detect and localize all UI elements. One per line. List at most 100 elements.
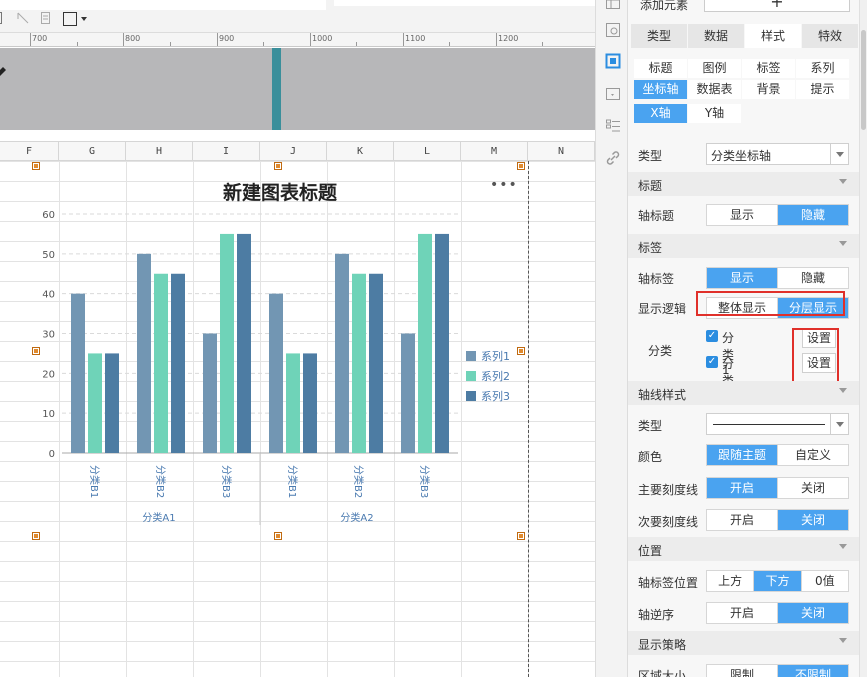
y-tick-label: 20 [42,369,55,380]
list-properties-icon[interactable] [604,118,622,136]
collapse-arrow-icon [839,638,847,643]
highlight-box [696,291,845,316]
resize-handle[interactable] [517,162,525,170]
section-position[interactable]: 位置 [628,537,859,561]
line-type-select[interactable] [706,413,849,435]
axis-title-label: 轴标题 [638,209,675,223]
bar-2 [220,233,234,453]
label-position-zero[interactable]: 0值 [802,571,848,591]
tab-effects[interactable]: 特效 [802,24,858,48]
tab-data[interactable]: 数据 [688,24,744,48]
bar-3 [435,233,449,453]
column-header-f[interactable]: F [0,142,59,161]
bar-3 [237,233,251,453]
subtab-tooltip[interactable]: 提示 [796,80,849,99]
chart-title: 新建图表标题 [222,182,337,204]
column-header-g[interactable]: G [59,142,126,161]
label-position-top[interactable]: 上方 [707,571,755,591]
resize-handle[interactable] [517,347,525,355]
column-header-k[interactable]: K [327,142,394,161]
color-follow-theme[interactable]: 跟随主题 [707,445,778,465]
axis-title-show[interactable]: 显示 [707,205,778,225]
resize-handle[interactable] [517,532,525,540]
resize-handle[interactable] [274,532,282,540]
x-tick-label: 分类B2 [352,465,365,498]
axis-label-show[interactable]: 显示 [707,268,778,288]
widget-settings-icon[interactable] [604,22,622,40]
subtab-background[interactable]: 背景 [742,80,795,99]
label-position-toggle: 上方 下方 0值 [706,570,849,592]
resize-handle[interactable] [32,347,40,355]
component-data-icon[interactable] [604,86,622,104]
ruler-label: 700 [32,34,48,43]
subtab-title[interactable]: 标题 [634,59,687,78]
major-tick-on[interactable]: 开启 [707,478,778,498]
y-tick-label: 40 [42,290,55,301]
legend-item: 系列2 [466,368,510,384]
checkbox-checked-icon[interactable]: ✓ [706,330,718,342]
column-header-i[interactable]: I [193,142,260,161]
tab-style[interactable]: 样式 [745,24,801,48]
splitter-handle[interactable] [272,48,281,130]
area-size-limit[interactable]: 限制 [707,665,778,677]
bar-1 [269,293,283,453]
table-icon[interactable] [604,0,622,12]
resize-handle[interactable] [274,162,282,170]
frame-tool-icon[interactable] [0,11,6,27]
component-style-icon[interactable] [604,53,622,71]
column-header-n[interactable]: N [528,142,595,161]
axis-type-select[interactable]: 分类坐标轴 [706,143,849,165]
bar-2 [88,353,102,453]
border-tool-icon[interactable] [62,11,90,27]
collapse-arrow-icon [839,388,847,393]
add-element-button[interactable]: + [704,0,850,12]
column-header-l[interactable]: L [394,142,461,161]
tab-y-axis[interactable]: Y轴 [688,104,741,123]
major-tick-toggle: 开启 关闭 [706,477,849,499]
subtab-axis[interactable]: 坐标轴 [634,80,687,99]
axis-title-toggle: 显示 隐藏 [706,204,849,226]
y-tick-label: 0 [49,449,55,460]
column-header-m[interactable]: M [461,142,528,161]
column-header-j[interactable]: J [260,142,327,161]
more-icon[interactable]: ••• [490,177,518,193]
chevron-down-icon [830,414,848,434]
major-tick-label: 主要刻度线 [638,483,699,497]
tab-type[interactable]: 类型 [631,24,687,48]
canvas-gray-area [0,48,595,130]
column-header-h[interactable]: H [126,142,193,161]
highlight-box [792,328,839,383]
subtab-label[interactable]: 标签 [742,59,795,78]
area-size-unlimited[interactable]: 不限制 [778,665,848,677]
chevron-down-icon [830,144,848,164]
section-display-strategy[interactable]: 显示策略 [628,631,859,655]
subtab-legend[interactable]: 图例 [688,59,741,78]
minor-tick-off[interactable]: 关闭 [778,510,848,530]
section-label[interactable]: 标签 [628,234,859,258]
tab-x-axis[interactable]: X轴 [634,104,687,123]
checkbox-checked-icon[interactable]: ✓ [706,356,718,368]
bar-1 [203,333,217,453]
minor-tick-on[interactable]: 开启 [707,510,778,530]
resize-handle[interactable] [32,162,40,170]
section-axis-line-style[interactable]: 轴线样式 [628,381,859,405]
chart-widget[interactable]: 0 10 20 30 40 50 60 分类B1 分类B2 分类B3 分类B1 分类B2 分类B3 分类A… [0,161,528,541]
panel-scrollbar[interactable] [859,0,867,677]
major-tick-off[interactable]: 关闭 [778,478,848,498]
color-custom[interactable]: 自定义 [778,445,848,465]
subtab-datatable[interactable]: 数据表 [688,80,741,99]
axis-reverse-on[interactable]: 开启 [707,603,778,623]
y-tick-label: 50 [42,250,55,261]
axis-reverse-off[interactable]: 关闭 [778,603,848,623]
axis-title-hide[interactable]: 隐藏 [778,205,848,225]
resize-handle[interactable] [32,532,40,540]
panel-icon-strip [595,0,628,677]
hyperlink-icon[interactable] [604,150,622,168]
label-position-bottom[interactable]: 下方 [754,571,802,591]
pointer-tool-icon[interactable] [16,11,30,27]
document-tool-icon[interactable] [40,11,52,27]
axis-label-hide[interactable]: 隐藏 [778,268,848,288]
subtab-series[interactable]: 系列 [796,59,849,78]
color-toggle: 跟随主题 自定义 [706,444,849,466]
section-title[interactable]: 标题 [628,172,859,196]
